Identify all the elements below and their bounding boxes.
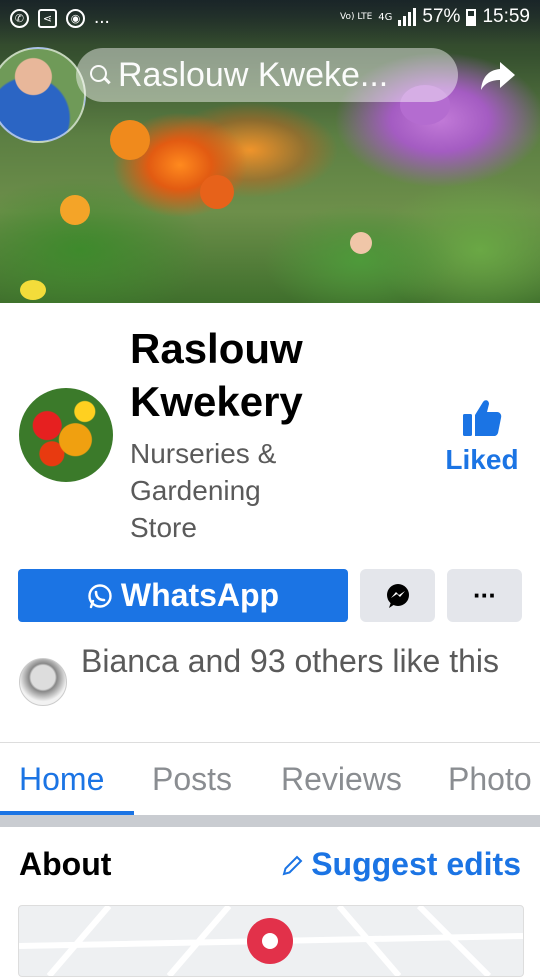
messenger-icon bbox=[386, 583, 409, 608]
more-notifications: ... bbox=[94, 7, 110, 28]
cover-flower bbox=[200, 175, 234, 209]
cover-flower bbox=[60, 195, 90, 225]
suggest-edits-label: Suggest edits bbox=[311, 846, 521, 882]
tab-photos[interactable]: Photo bbox=[448, 761, 532, 798]
status-right: Vo) LTE 4G 57% 15:59 bbox=[340, 6, 530, 28]
whatsapp-notification-icon: ✆ bbox=[10, 8, 29, 28]
about-heading: About bbox=[19, 846, 112, 882]
map-pin-icon bbox=[247, 918, 293, 964]
more-options-button[interactable]: ··· bbox=[447, 569, 522, 622]
whatsapp-button[interactable]: WhatsApp bbox=[18, 569, 348, 622]
page-tabs: Home Posts Reviews Photo bbox=[0, 743, 540, 815]
search-query: Raslouw Kweke... bbox=[118, 55, 389, 94]
tab-posts[interactable]: Posts bbox=[152, 761, 232, 798]
cover-flower bbox=[350, 232, 372, 254]
chrome-notification-icon: ◉ bbox=[66, 8, 85, 28]
battery-percent: 57% bbox=[422, 6, 461, 27]
friends-like-text: Bianca and 93 others like this bbox=[81, 643, 500, 679]
volte-indicator: Vo) LTE bbox=[340, 11, 373, 22]
battery-icon bbox=[466, 8, 477, 26]
notification-icons: ✆ ⋖ ◉ ... bbox=[10, 7, 110, 29]
share-notification-icon: ⋖ bbox=[38, 8, 57, 28]
suggest-edits-link[interactable]: Suggest edits bbox=[281, 846, 521, 883]
page-category[interactable]: Nurseries & Gardening Store bbox=[130, 435, 320, 546]
liked-label: Liked bbox=[445, 444, 519, 475]
tab-home[interactable]: Home bbox=[19, 761, 104, 798]
signal-icon bbox=[398, 8, 417, 26]
page-title: Raslouw Kwekery bbox=[130, 325, 303, 425]
messenger-button[interactable] bbox=[360, 569, 435, 622]
friend-avatar bbox=[19, 658, 67, 706]
liked-button[interactable]: Liked bbox=[442, 398, 522, 476]
pencil-icon bbox=[282, 855, 303, 875]
cover-flower bbox=[20, 280, 46, 300]
location-map[interactable] bbox=[18, 905, 524, 977]
share-icon[interactable] bbox=[479, 56, 517, 94]
status-bar: ✆ ⋖ ◉ ... Vo) LTE 4G 57% 15:59 bbox=[0, 0, 540, 36]
clock: 15:59 bbox=[482, 6, 530, 27]
tab-reviews[interactable]: Reviews bbox=[281, 761, 402, 798]
search-bar[interactable]: Raslouw Kweke... bbox=[76, 48, 458, 102]
whatsapp-icon bbox=[88, 583, 112, 608]
cover-photo[interactable] bbox=[0, 0, 540, 303]
thumbs-up-icon bbox=[463, 400, 502, 436]
cover-flower bbox=[110, 120, 150, 160]
search-icon bbox=[90, 65, 110, 85]
more-options-label: ··· bbox=[473, 580, 497, 610]
page-profile-picture[interactable] bbox=[19, 388, 113, 482]
whatsapp-label: WhatsApp bbox=[120, 577, 280, 613]
network-type: 4G bbox=[378, 11, 393, 23]
section-separator bbox=[0, 815, 540, 827]
